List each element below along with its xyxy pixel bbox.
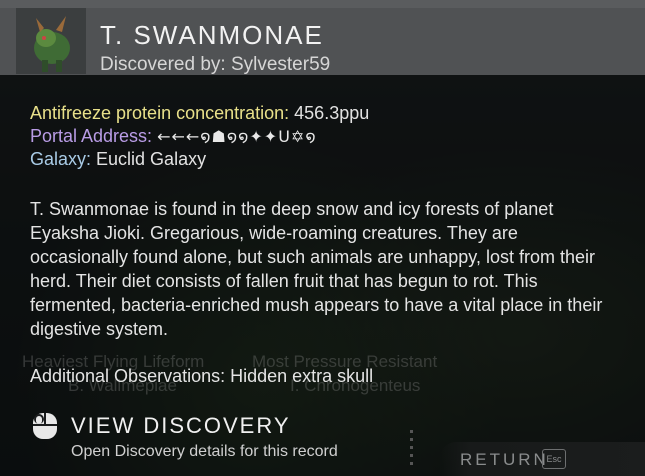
esc-key-icon: Esc xyxy=(542,449,566,469)
creature-title: T. SWANMONAE xyxy=(100,20,324,50)
portal-glyphs: ←←←໑☗໑໑✦✦U✡໑ xyxy=(157,127,317,146)
top-strip xyxy=(0,0,645,8)
discovery-header: T. SWANMONAE Discovered by: Sylvester59 xyxy=(0,8,645,75)
discovered-by: Discovered by: Sylvester59 xyxy=(100,54,331,75)
view-discovery-button[interactable]: VIEW DISCOVERY xyxy=(71,413,291,439)
galaxy-row: Galaxy: Euclid Galaxy xyxy=(30,149,206,170)
mouse-click-icon xyxy=(30,411,60,441)
return-label: RETURN xyxy=(460,450,549,469)
antifreeze-value: 456.3ppu xyxy=(289,103,370,123)
galaxy-value: Euclid Galaxy xyxy=(91,149,207,169)
divider-dots xyxy=(410,430,413,470)
antifreeze-row: Antifreeze protein concentration: 456.3p… xyxy=(30,103,369,124)
antifreeze-label: Antifreeze protein concentration: xyxy=(30,103,290,123)
creature-thumbnail xyxy=(16,8,86,74)
galaxy-label: Galaxy: xyxy=(30,149,92,169)
additional-observations: Additional Observations: Hidden extra sk… xyxy=(30,366,374,386)
return-button[interactable]: RETURN Esc xyxy=(440,442,645,476)
portal-label: Portal Address: xyxy=(30,126,153,146)
creature-description: T. Swanmonae is found in the deep snow a… xyxy=(30,199,603,339)
view-discovery-hint: Open Discovery details for this record xyxy=(71,443,338,460)
portal-row: Portal Address: ←←←໑☗໑໑✦✦U✡໑ xyxy=(30,126,317,147)
